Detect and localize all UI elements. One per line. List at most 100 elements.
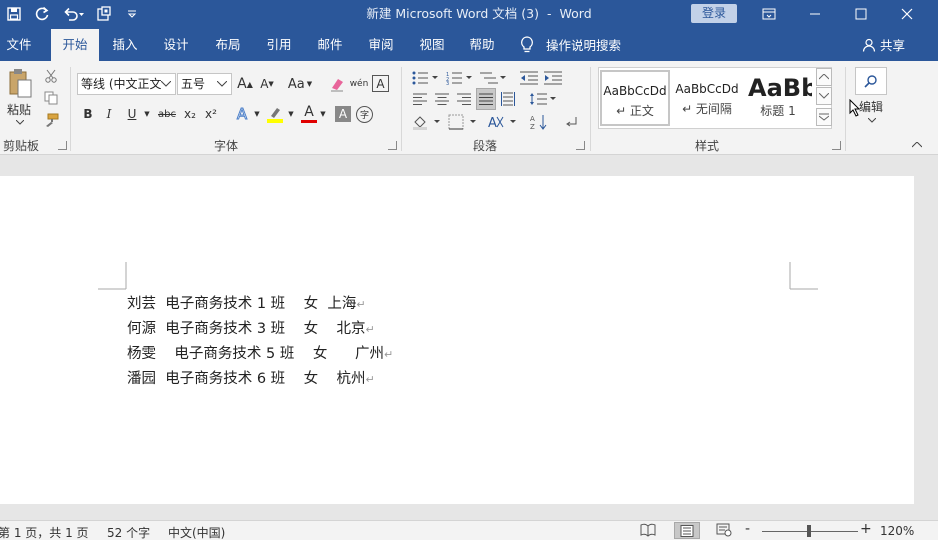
zoom-in-button[interactable]: + <box>860 521 872 537</box>
tab-view[interactable]: 视图 <box>410 29 454 61</box>
font-name-combo[interactable]: 等线 (中文正文 <box>77 73 176 95</box>
borders-icon[interactable] <box>446 111 478 133</box>
paste-icon[interactable] <box>6 67 34 101</box>
align-center-icon[interactable] <box>432 89 452 109</box>
distributed-icon[interactable] <box>498 89 518 109</box>
web-layout-icon[interactable] <box>716 523 732 540</box>
clear-formatting-icon[interactable] <box>328 73 346 95</box>
multilevel-list-icon[interactable] <box>478 67 508 89</box>
numbering-icon[interactable]: 123 <box>444 67 474 89</box>
word-count[interactable]: 52 个字 <box>107 524 150 540</box>
cut-icon[interactable] <box>42 67 60 85</box>
ribbon: 粘贴 剪贴板 等线 (中文正文 五号 A ▲ A ▼ Aa ▼ wén A B I U… <box>0 61 938 155</box>
phonetic-guide-button[interactable]: wén <box>349 73 369 95</box>
tab-mailings[interactable]: 邮件 <box>308 29 352 61</box>
sign-in-button[interactable]: 登录 <box>691 4 737 23</box>
subscript-button[interactable]: x₂ <box>181 103 199 125</box>
paragraph-group-label: 段落 <box>473 139 498 153</box>
clipboard-launcher-icon[interactable] <box>58 141 67 150</box>
tab-review[interactable]: 审阅 <box>359 29 403 61</box>
save-icon[interactable] <box>0 0 28 28</box>
zoom-level[interactable]: 120% <box>880 524 914 538</box>
bold-button[interactable]: B <box>80 103 96 125</box>
tell-me-search[interactable]: 操作说明搜索 <box>520 28 621 61</box>
editing-dropdown-icon[interactable] <box>866 115 878 125</box>
show-hide-marks-icon[interactable] <box>560 111 582 133</box>
style-heading-1[interactable]: AaBb 标题 1 <box>744 70 812 126</box>
character-border-button[interactable]: A <box>372 75 389 92</box>
read-mode-icon[interactable] <box>640 523 656 540</box>
language-status[interactable]: 中文(中国) <box>168 524 225 540</box>
share-button[interactable]: 共享 <box>862 28 905 61</box>
highlight-dropdown-icon[interactable]: ▼ <box>286 103 296 125</box>
styles-more-icon[interactable] <box>816 108 832 126</box>
tab-insert[interactable]: 插入 <box>103 29 147 61</box>
text-effects-button[interactable]: A <box>232 103 252 125</box>
italic-button[interactable]: I <box>101 103 117 125</box>
shading-icon[interactable] <box>410 111 442 133</box>
close-icon[interactable] <box>884 0 930 28</box>
style-normal[interactable]: AaBbCcDd ↵ 正文 <box>600 70 670 126</box>
tab-layout[interactable]: 布局 <box>206 29 250 61</box>
chevron-down-icon[interactable] <box>215 74 229 94</box>
zoom-out-button[interactable]: - <box>745 521 750 537</box>
enclose-characters-button[interactable]: 字 <box>356 106 373 123</box>
sort-icon[interactable]: AZ <box>528 111 550 133</box>
copy-icon[interactable] <box>42 89 60 107</box>
strikethrough-button[interactable]: abc <box>157 103 177 125</box>
maximize-icon[interactable] <box>838 0 884 28</box>
decrease-indent-icon[interactable] <box>518 67 540 89</box>
bullets-icon[interactable] <box>410 67 440 89</box>
document-page[interactable]: 刘芸 电子商务技术 1 班 女 上海↵ 何源 电子商务技术 3 班 女 北京↵ … <box>0 176 914 504</box>
style-no-spacing[interactable]: AaBbCcDd ↵ 无间隔 <box>672 70 742 126</box>
character-shading-button[interactable]: A <box>335 106 351 122</box>
chinese-layout-icon[interactable]: A <box>486 111 518 133</box>
customize-qat-icon[interactable] <box>118 0 146 28</box>
font-size-combo[interactable]: 五号 <box>177 73 232 95</box>
highlight-icon[interactable] <box>265 103 285 125</box>
font-launcher-icon[interactable] <box>388 141 397 150</box>
redo-icon[interactable] <box>28 0 56 28</box>
text-line[interactable]: 杨雯 电子商务技术 5 班 女 广州↵ <box>127 342 393 363</box>
format-painter-icon[interactable] <box>42 111 60 129</box>
tab-references[interactable]: 引用 <box>257 29 301 61</box>
tab-file[interactable]: 文件 <box>0 29 38 61</box>
minimize-icon[interactable] <box>792 0 838 28</box>
styles-launcher-icon[interactable] <box>832 141 841 150</box>
text-effects-dropdown-icon[interactable]: ▼ <box>252 103 262 125</box>
grow-font-button[interactable]: A ▲ <box>235 73 255 95</box>
styles-scroll-down-icon[interactable] <box>816 87 832 105</box>
underline-button[interactable]: U <box>124 103 140 125</box>
chevron-down-icon[interactable] <box>159 74 173 94</box>
change-case-button[interactable]: Aa ▼ <box>285 73 315 95</box>
paragraph-launcher-icon[interactable] <box>576 141 585 150</box>
justify-icon[interactable] <box>476 88 496 110</box>
line-spacing-icon[interactable] <box>528 89 558 109</box>
superscript-button[interactable]: x² <box>202 103 220 125</box>
align-right-icon[interactable] <box>454 89 474 109</box>
underline-dropdown-icon[interactable]: ▼ <box>142 103 152 125</box>
tab-design[interactable]: 设计 <box>154 29 198 61</box>
paste-label[interactable]: 粘贴 <box>4 101 34 117</box>
text-line[interactable]: 潘园 电子商务技术 6 班 女 杭州↵ <box>127 367 375 388</box>
page-count[interactable]: 第 1 页，共 1 页 <box>0 524 89 540</box>
shrink-font-button[interactable]: A ▼ <box>257 73 277 95</box>
touch-mode-icon[interactable] <box>90 0 118 28</box>
increase-indent-icon[interactable] <box>542 67 564 89</box>
tab-help[interactable]: 帮助 <box>460 29 504 61</box>
vertical-scrollbar[interactable] <box>928 156 938 520</box>
collapse-ribbon-icon[interactable] <box>910 139 924 151</box>
font-color-button[interactable]: A <box>300 101 318 125</box>
print-layout-icon[interactable] <box>674 522 700 539</box>
zoom-slider-thumb[interactable] <box>807 525 811 537</box>
tab-home[interactable]: 开始 <box>51 29 99 61</box>
find-icon[interactable] <box>855 67 887 95</box>
align-left-icon[interactable] <box>410 89 430 109</box>
ribbon-display-options-icon[interactable] <box>746 0 792 28</box>
undo-icon[interactable] <box>56 0 90 28</box>
paste-dropdown-icon[interactable] <box>14 117 26 127</box>
text-line[interactable]: 何源 电子商务技术 3 班 女 北京↵ <box>127 317 375 338</box>
styles-scroll-up-icon[interactable] <box>816 68 832 86</box>
font-color-dropdown-icon[interactable]: ▼ <box>318 103 328 125</box>
text-line[interactable]: 刘芸 电子商务技术 1 班 女 上海↵ <box>127 292 366 313</box>
